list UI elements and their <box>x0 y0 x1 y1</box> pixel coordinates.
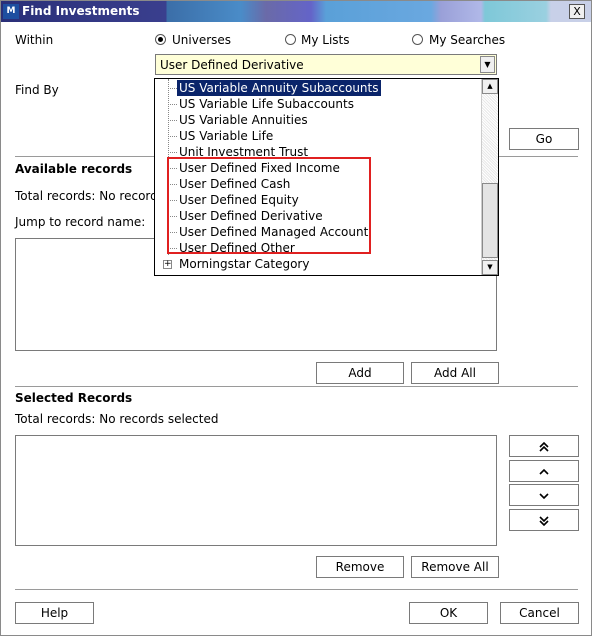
scrollbar-thumb[interactable] <box>482 183 498 258</box>
ok-button[interactable]: OK <box>409 602 488 624</box>
universe-select[interactable]: User Defined Derivative ▼ <box>155 54 497 75</box>
list-item[interactable]: US Variable Life Subaccounts <box>179 96 354 112</box>
scroll-up-icon[interactable]: ▲ <box>482 79 498 94</box>
radio-my-searches[interactable] <box>412 34 423 45</box>
close-button[interactable]: X <box>569 4 585 19</box>
tree-connector <box>168 120 177 121</box>
move-down-button[interactable] <box>509 484 579 506</box>
move-down-icon <box>539 493 549 500</box>
add-button[interactable]: Add <box>316 362 404 384</box>
tree-connector <box>168 88 177 89</box>
jump-to-record-label: Jump to record name: <box>15 215 146 229</box>
divider <box>15 589 578 590</box>
radio-my-searches-label[interactable]: My Searches <box>429 33 505 47</box>
dropdown-scrollbar[interactable]: ▲ ▼ <box>481 79 498 275</box>
chevron-down-icon[interactable]: ▼ <box>480 56 495 73</box>
window-title: Find Investments <box>22 4 140 18</box>
cancel-button[interactable]: Cancel <box>500 602 579 624</box>
available-total-label: Total records: No record <box>15 189 158 203</box>
find-investments-dialog: M Find Investments X Within Universes My… <box>0 0 592 636</box>
radio-universes-label[interactable]: Universes <box>172 33 231 47</box>
list-item-selected[interactable]: US Variable Annuity Subaccounts <box>177 80 381 96</box>
available-records-heading: Available records <box>15 162 133 176</box>
radio-my-lists-label[interactable]: My Lists <box>301 33 350 47</box>
move-up-button[interactable] <box>509 460 579 482</box>
tree-connector <box>168 152 177 153</box>
scroll-down-icon[interactable]: ▼ <box>482 260 498 275</box>
selected-total-label: Total records: No records selected <box>15 412 219 426</box>
move-up-icon <box>539 468 549 475</box>
move-top-icon <box>539 441 549 452</box>
help-button[interactable]: Help <box>15 602 94 624</box>
selected-records-list[interactable] <box>15 435 497 546</box>
radio-my-lists[interactable] <box>285 34 296 45</box>
radio-universes[interactable] <box>155 34 166 45</box>
list-item[interactable]: US Variable Annuities <box>179 112 308 128</box>
tree-connector <box>168 136 177 137</box>
remove-button[interactable]: Remove <box>316 556 404 578</box>
selected-records-heading: Selected Records <box>15 391 133 405</box>
app-logo-icon: M <box>3 4 19 19</box>
list-item-morningstar-category[interactable]: Morningstar Category <box>179 256 309 272</box>
go-button[interactable]: Go <box>509 128 579 150</box>
remove-all-button[interactable]: Remove All <box>411 556 499 578</box>
tree-connector <box>168 104 177 105</box>
move-bottom-icon <box>539 516 549 527</box>
within-label: Within <box>15 33 54 47</box>
list-item[interactable]: US Variable Life <box>179 128 273 144</box>
title-bar: M Find Investments X <box>1 1 591 22</box>
find-by-label: Find By <box>15 83 59 97</box>
divider <box>15 386 578 387</box>
move-top-button[interactable] <box>509 435 579 457</box>
universe-select-value: User Defined Derivative <box>160 58 304 72</box>
expand-plus-icon[interactable]: + <box>163 260 172 269</box>
move-bottom-button[interactable] <box>509 509 579 531</box>
annotation-highlight-box <box>167 157 371 254</box>
add-all-button[interactable]: Add All <box>411 362 499 384</box>
